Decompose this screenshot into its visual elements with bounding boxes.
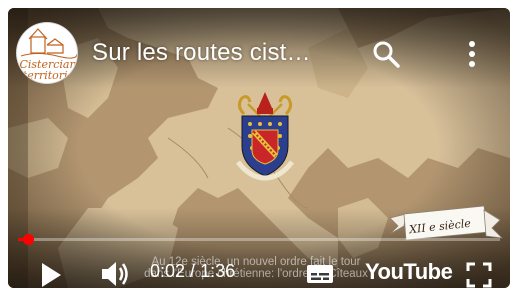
avatar-text-line2: territoris — [22, 69, 74, 82]
time-display: 0:02 / 1:36 — [150, 261, 235, 282]
more-vertical-icon — [469, 41, 475, 67]
video-player[interactable]: Cistercian territoris Sur les routes cis… — [8, 8, 510, 288]
play-button[interactable] — [40, 262, 62, 288]
fullscreen-icon — [466, 262, 492, 288]
volume-button[interactable] — [100, 260, 130, 288]
video-title[interactable]: Sur les routes cist… — [92, 39, 311, 67]
time-separator: / — [185, 261, 201, 281]
captions-button[interactable] — [306, 264, 334, 284]
play-icon — [42, 263, 61, 287]
coat-of-arms-icon — [236, 92, 294, 181]
progress-bar[interactable] — [18, 234, 500, 245]
captions-icon — [307, 265, 333, 283]
channel-avatar[interactable]: Cistercian territoris — [16, 22, 78, 84]
more-options-button[interactable] — [460, 38, 484, 70]
progress-handle[interactable] — [22, 234, 34, 245]
duration: 1:36 — [200, 261, 236, 281]
search-icon — [373, 41, 400, 68]
current-time: 0:02 — [150, 261, 186, 281]
volume-icon — [102, 262, 128, 286]
coat-of-arms — [230, 86, 300, 182]
youtube-logo-icon — [346, 259, 362, 288]
search-button[interactable] — [370, 38, 402, 70]
youtube-wordmark[interactable]: YouTube — [365, 259, 453, 285]
fullscreen-button[interactable] — [466, 262, 492, 288]
